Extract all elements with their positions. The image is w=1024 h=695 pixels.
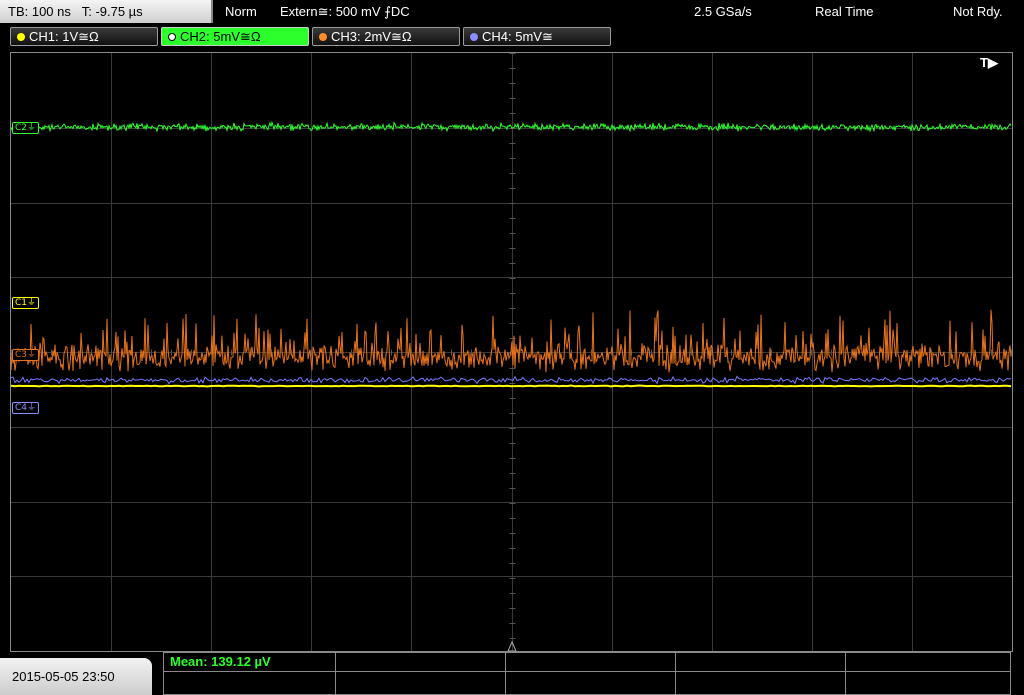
top-status-bar: TB: 100 ns T: -9.75 µs Norm Extern≅: 500…: [0, 0, 1024, 24]
acquisition-status-label: Not Rdy.: [953, 4, 1003, 19]
ch1-ground-marker[interactable]: C1⏚: [12, 297, 40, 309]
ch3-dot-icon: [319, 33, 327, 41]
trigger-time-label: T: -9.75 µs: [81, 4, 143, 19]
trigger-mode-label[interactable]: Norm: [225, 0, 257, 23]
ch3-trace: [11, 309, 1012, 373]
ch1-dot-icon: [17, 33, 25, 41]
channel-bar: CH1: 1V≅Ω CH2: 5mV≅Ω CH3: 2mV≅Ω CH4: 5mV…: [0, 25, 1024, 49]
waveform-display[interactable]: T▶ C2⏚ C1⏚ C3⏚ C4⏚: [10, 52, 1013, 652]
timebase-box[interactable]: TB: 100 ns T: -9.75 µs: [0, 0, 213, 23]
ch2-ground-marker[interactable]: C2⏚: [12, 122, 40, 134]
channel-4-label: CH4: 5mV≅: [482, 29, 553, 44]
channel-3-button[interactable]: CH3: 2mV≅Ω: [312, 27, 460, 46]
measurement-cell: [336, 653, 506, 694]
trigger-flag-icon: T▶: [980, 55, 998, 70]
trigger-source-label[interactable]: Extern≅: 500 mV ⨍DC: [280, 0, 410, 23]
timebase-label: TB: 100 ns: [8, 4, 71, 19]
ch3-ground-marker[interactable]: C3⏚: [12, 349, 40, 361]
datetime-box: 2015-05-05 23:50: [0, 658, 152, 695]
channel-3-label: CH3: 2mV≅Ω: [331, 29, 412, 44]
mean-measurement: Mean: 139.12 µV: [170, 654, 271, 669]
waveform-canvas: [11, 53, 1012, 651]
ch1-trace: [11, 384, 1012, 388]
ch2-trace: [11, 120, 1012, 133]
channel-1-label: CH1: 1V≅Ω: [29, 29, 99, 44]
ch4-dot-icon: [470, 33, 478, 41]
measurement-panel[interactable]: Mean: 139.12 µV: [163, 652, 1011, 695]
acquisition-mode-label: Real Time: [815, 4, 874, 19]
channel-1-button[interactable]: CH1: 1V≅Ω: [10, 27, 158, 46]
bottom-bar: 2015-05-05 23:50 Mean: 139.12 µV: [0, 652, 1024, 695]
sample-rate-label: 2.5 GSa/s: [694, 4, 752, 19]
measurement-cell: [676, 653, 846, 694]
channel-4-button[interactable]: CH4: 5mV≅: [463, 27, 611, 46]
measurement-cell: [506, 653, 676, 694]
ch2-dot-icon: [168, 33, 176, 41]
channel-2-label: CH2: 5mV≅Ω: [180, 29, 261, 44]
ch4-trace: [11, 375, 1012, 385]
ch4-ground-marker[interactable]: C4⏚: [12, 402, 40, 414]
channel-2-button[interactable]: CH2: 5mV≅Ω: [161, 27, 309, 46]
